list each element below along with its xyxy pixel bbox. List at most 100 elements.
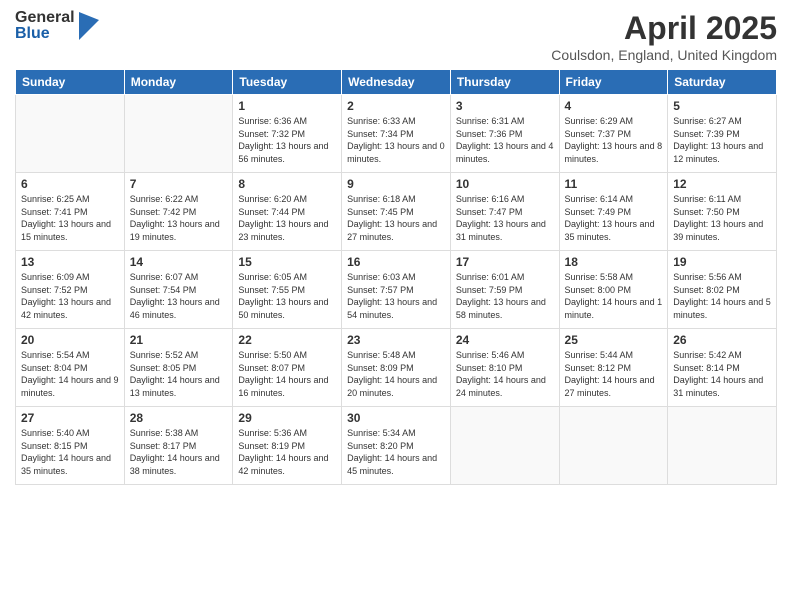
- day-info: Sunrise: 6:31 AMSunset: 7:36 PMDaylight:…: [456, 115, 554, 165]
- day-number: 11: [565, 177, 663, 191]
- calendar-cell: 5 Sunrise: 6:27 AMSunset: 7:39 PMDaylight…: [668, 95, 777, 173]
- header: General Blue April 2025 Coulsdon, Englan…: [15, 10, 777, 63]
- day-header-thursday: Thursday: [450, 70, 559, 95]
- calendar-cell: 20 Sunrise: 5:54 AMSunset: 8:04 PMDayligh…: [16, 329, 125, 407]
- day-info: Sunrise: 5:56 AMSunset: 8:02 PMDaylight:…: [673, 271, 771, 321]
- day-number: 6: [21, 177, 119, 191]
- day-info: Sunrise: 6:07 AMSunset: 7:54 PMDaylight:…: [130, 271, 228, 321]
- day-number: 2: [347, 99, 445, 113]
- calendar-cell: 12 Sunrise: 6:11 AMSunset: 7:50 PMDayligh…: [668, 173, 777, 251]
- logo-icon: [79, 12, 99, 40]
- day-info: Sunrise: 5:52 AMSunset: 8:05 PMDaylight:…: [130, 349, 228, 399]
- day-info: Sunrise: 6:03 AMSunset: 7:57 PMDaylight:…: [347, 271, 445, 321]
- calendar-cell: 11 Sunrise: 6:14 AMSunset: 7:49 PMDayligh…: [559, 173, 668, 251]
- month-title: April 2025: [551, 10, 777, 47]
- week-row-1: 6 Sunrise: 6:25 AMSunset: 7:41 PMDaylight…: [16, 173, 777, 251]
- calendar-table: SundayMondayTuesdayWednesdayThursdayFrid…: [15, 69, 777, 485]
- week-row-2: 13 Sunrise: 6:09 AMSunset: 7:52 PMDayligh…: [16, 251, 777, 329]
- day-info: Sunrise: 6:09 AMSunset: 7:52 PMDaylight:…: [21, 271, 119, 321]
- calendar-cell: 3 Sunrise: 6:31 AMSunset: 7:36 PMDaylight…: [450, 95, 559, 173]
- day-header-friday: Friday: [559, 70, 668, 95]
- day-number: 28: [130, 411, 228, 425]
- day-number: 25: [565, 333, 663, 347]
- calendar-cell: 7Sunrise: 6:22 AMSunset: 7:42 PMDaylight…: [124, 173, 233, 251]
- calendar-cell: 21 Sunrise: 5:52 AMSunset: 8:05 PMDayligh…: [124, 329, 233, 407]
- calendar-cell: [668, 407, 777, 485]
- day-info: Sunrise: 6:05 AMSunset: 7:55 PMDaylight:…: [238, 271, 336, 321]
- day-number: 18: [565, 255, 663, 269]
- day-info: Sunrise: 6:01 AMSunset: 7:59 PMDaylight:…: [456, 271, 554, 321]
- day-number: 26: [673, 333, 771, 347]
- day-number: 24: [456, 333, 554, 347]
- day-info: Sunrise: 6:25 AMSunset: 7:41 PMDaylight:…: [21, 193, 119, 243]
- day-number: 30: [347, 411, 445, 425]
- calendar-cell: 6 Sunrise: 6:25 AMSunset: 7:41 PMDaylight…: [16, 173, 125, 251]
- day-info: Sunrise: 6:27 AMSunset: 7:39 PMDaylight:…: [673, 115, 771, 165]
- day-header-saturday: Saturday: [668, 70, 777, 95]
- day-info: Sunrise: 6:33 AMSunset: 7:34 PMDaylight:…: [347, 115, 445, 165]
- day-number: 3: [456, 99, 554, 113]
- day-number: 12: [673, 177, 771, 191]
- day-info: Sunrise: 5:50 AMSunset: 8:07 PMDaylight:…: [238, 349, 336, 399]
- calendar-cell: 28 Sunrise: 5:38 AMSunset: 8:17 PMDayligh…: [124, 407, 233, 485]
- day-number: 10: [456, 177, 554, 191]
- calendar-cell: 17 Sunrise: 6:01 AMSunset: 7:59 PMDayligh…: [450, 251, 559, 329]
- calendar-cell: 24 Sunrise: 5:46 AMSunset: 8:10 PMDayligh…: [450, 329, 559, 407]
- logo-text: General Blue: [15, 10, 75, 42]
- day-info: Sunrise: 6:18 AMSunset: 7:45 PMDaylight:…: [347, 193, 445, 243]
- week-row-3: 20 Sunrise: 5:54 AMSunset: 8:04 PMDayligh…: [16, 329, 777, 407]
- calendar-cell: 26 Sunrise: 5:42 AMSunset: 8:14 PMDayligh…: [668, 329, 777, 407]
- day-info: Sunrise: 5:46 AMSunset: 8:10 PMDaylight:…: [456, 349, 554, 399]
- day-number: 27: [21, 411, 119, 425]
- logo-blue: Blue: [15, 26, 75, 42]
- day-info: Sunrise: 6:11 AMSunset: 7:50 PMDaylight:…: [673, 193, 771, 243]
- day-info: Sunrise: 6:16 AMSunset: 7:47 PMDaylight:…: [456, 193, 554, 243]
- day-info: Sunrise: 5:34 AMSunset: 8:20 PMDaylight:…: [347, 427, 445, 477]
- day-header-sunday: Sunday: [16, 70, 125, 95]
- day-number: 9: [347, 177, 445, 191]
- calendar-cell: 29Sunrise: 5:36 AMSunset: 8:19 PMDayligh…: [233, 407, 342, 485]
- day-info: Sunrise: 5:42 AMSunset: 8:14 PMDaylight:…: [673, 349, 771, 399]
- week-row-4: 27 Sunrise: 5:40 AMSunset: 8:15 PMDayligh…: [16, 407, 777, 485]
- day-info: Sunrise: 6:14 AMSunset: 7:49 PMDaylight:…: [565, 193, 663, 243]
- calendar-cell: 19 Sunrise: 5:56 AMSunset: 8:02 PMDayligh…: [668, 251, 777, 329]
- logo-general: General: [15, 10, 75, 26]
- day-info: Sunrise: 6:20 AMSunset: 7:44 PMDaylight:…: [238, 193, 336, 243]
- day-number: 19: [673, 255, 771, 269]
- day-number: 5: [673, 99, 771, 113]
- calendar-cell: 25 Sunrise: 5:44 AMSunset: 8:12 PMDayligh…: [559, 329, 668, 407]
- calendar-cell: 14 Sunrise: 6:07 AMSunset: 7:54 PMDayligh…: [124, 251, 233, 329]
- day-info: Sunrise: 5:38 AMSunset: 8:17 PMDaylight:…: [130, 427, 228, 477]
- calendar-cell: 13 Sunrise: 6:09 AMSunset: 7:52 PMDayligh…: [16, 251, 125, 329]
- day-header-wednesday: Wednesday: [342, 70, 451, 95]
- subtitle: Coulsdon, England, United Kingdom: [551, 47, 777, 63]
- day-number: 13: [21, 255, 119, 269]
- calendar-cell: 2 Sunrise: 6:33 AMSunset: 7:34 PMDaylight…: [342, 95, 451, 173]
- calendar-cell: 1Sunrise: 6:36 AMSunset: 7:32 PMDaylight…: [233, 95, 342, 173]
- day-number: 14: [130, 255, 228, 269]
- day-info: Sunrise: 5:44 AMSunset: 8:12 PMDaylight:…: [565, 349, 663, 399]
- calendar-cell: 8Sunrise: 6:20 AMSunset: 7:44 PMDaylight…: [233, 173, 342, 251]
- day-info: Sunrise: 5:54 AMSunset: 8:04 PMDaylight:…: [21, 349, 119, 399]
- day-number: 23: [347, 333, 445, 347]
- page: General Blue April 2025 Coulsdon, Englan…: [0, 0, 792, 612]
- calendar-cell: [16, 95, 125, 173]
- day-header-monday: Monday: [124, 70, 233, 95]
- day-number: 22: [238, 333, 336, 347]
- day-info: Sunrise: 5:40 AMSunset: 8:15 PMDaylight:…: [21, 427, 119, 477]
- day-info: Sunrise: 5:58 AMSunset: 8:00 PMDaylight:…: [565, 271, 663, 321]
- day-number: 15: [238, 255, 336, 269]
- day-number: 4: [565, 99, 663, 113]
- calendar-cell: 10 Sunrise: 6:16 AMSunset: 7:47 PMDayligh…: [450, 173, 559, 251]
- calendar-cell: 23 Sunrise: 5:48 AMSunset: 8:09 PMDayligh…: [342, 329, 451, 407]
- calendar-cell: 15 Sunrise: 6:05 AMSunset: 7:55 PMDayligh…: [233, 251, 342, 329]
- day-number: 17: [456, 255, 554, 269]
- calendar-cell: [559, 407, 668, 485]
- title-block: April 2025 Coulsdon, England, United Kin…: [551, 10, 777, 63]
- calendar-cell: [450, 407, 559, 485]
- day-info: Sunrise: 5:48 AMSunset: 8:09 PMDaylight:…: [347, 349, 445, 399]
- day-number: 21: [130, 333, 228, 347]
- calendar-cell: 9 Sunrise: 6:18 AMSunset: 7:45 PMDaylight…: [342, 173, 451, 251]
- day-number: 20: [21, 333, 119, 347]
- header-row: SundayMondayTuesdayWednesdayThursdayFrid…: [16, 70, 777, 95]
